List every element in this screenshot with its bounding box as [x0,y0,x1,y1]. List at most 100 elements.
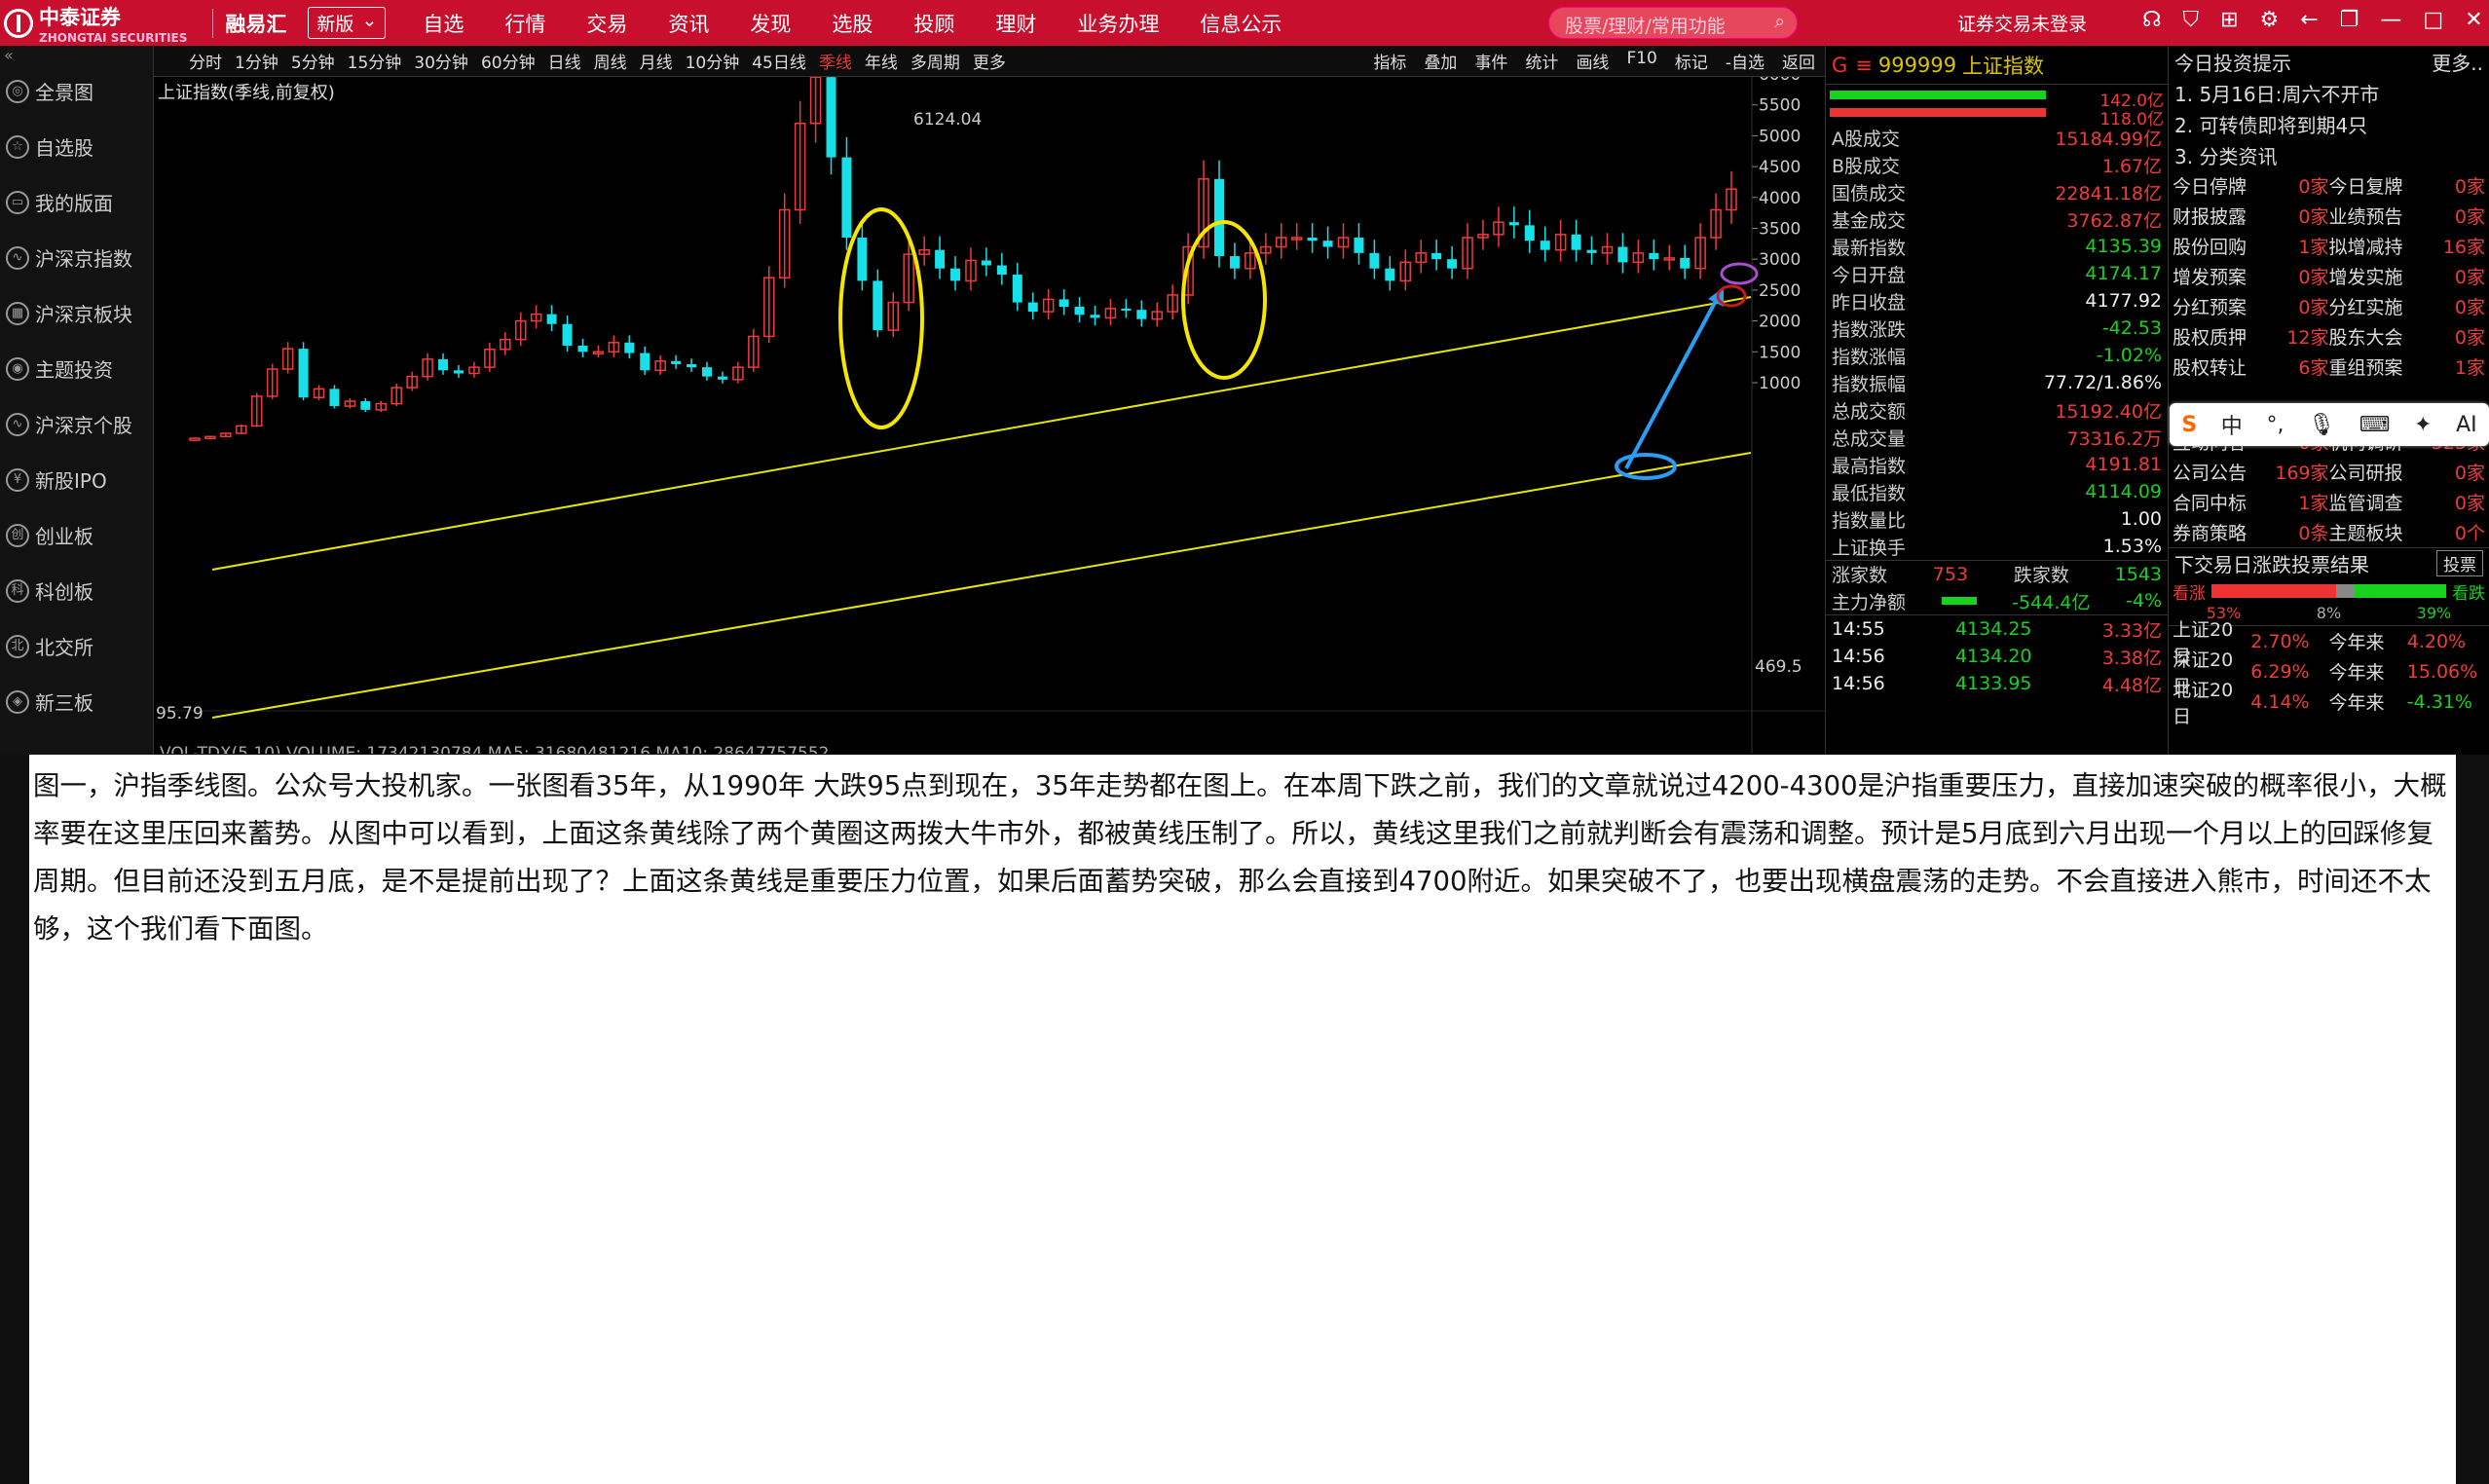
tip-grid-cell[interactable]: 股份回购 [2173,233,2250,259]
menu-item-7[interactable]: 理财 [995,9,1036,38]
tip-item-0[interactable]: 1. 5月16日:周六不开市 [2169,77,2489,108]
grid-icon[interactable]: ⊞ [2220,8,2238,32]
candle-body [1431,252,1442,260]
gear-icon[interactable]: ⚙ [2260,8,2280,32]
sidebar-item-5[interactable]: ◉ 主题投资 [0,341,153,396]
sidebar-item-6[interactable]: ∿ 沪深京个股 [0,396,153,452]
headset-icon[interactable]: ☊ [2142,8,2162,32]
tool-button-4[interactable]: 画线 [1576,49,1609,73]
menu-item-4[interactable]: 发现 [750,9,791,38]
tool-button-2[interactable]: 事件 [1474,49,1507,73]
search-input[interactable]: 股票/理财/常用功能 ⌕ [1548,7,1798,39]
sidebar-item-2[interactable]: ▭ 我的版面 [0,174,153,230]
tips-more-link[interactable]: 更多.. [2432,48,2483,76]
tip-grid-cell[interactable]: 分红预案 [2173,293,2250,319]
tip-grid-cell[interactable]: 拟增减持 [2329,233,2407,259]
menu-item-3[interactable]: 资讯 [668,9,709,38]
menu-item-1[interactable]: 行情 [504,9,545,38]
sidebar-item-11[interactable]: ◈ 新三板 [0,674,153,729]
sidebar-item-7[interactable]: ¥ 新股IPO [0,452,153,507]
tool-button-7[interactable]: -自选 [1726,49,1765,73]
tip-grid-cell[interactable]: 公司研报 [2329,459,2407,485]
tip-grid-cell[interactable]: 重组预案 [2329,353,2407,380]
menu-item-6[interactable]: 投顾 [913,9,954,38]
tip-grid-cell[interactable]: 业绩预告 [2329,203,2407,229]
tool-button-5[interactable]: F10 [1626,49,1656,73]
ai-icon[interactable]: AI [2456,413,2477,437]
version-select[interactable]: 新版 ⌄ [308,7,387,39]
period-tab-1[interactable]: 1分钟 [235,49,279,73]
restore-icon[interactable]: ❐ [2340,8,2359,32]
tip-item-1[interactable]: 2. 可转债即将到期4只 [2169,108,2489,139]
sidebar-item-3[interactable]: ∿ 沪深京指数 [0,230,153,285]
maximize-icon[interactable]: □ [2423,8,2443,32]
tip-grid-cell[interactable]: 监管调查 [2329,489,2407,515]
period-tab-7[interactable]: 周线 [594,49,627,73]
sidebar-item-10[interactable]: 北北交所 [0,618,153,674]
main-flow-row: 主力净额 -544.4亿 -4% [1826,587,2168,614]
tip-grid-cell[interactable]: 分红实施 [2329,293,2407,319]
tip-grid-cell[interactable]: 券商策略 [2173,519,2250,545]
tip-grid-cell[interactable]: 股权质押 [2173,323,2250,350]
tip-grid-cell[interactable]: 增发实施 [2329,263,2407,289]
tool-button-3[interactable]: 统计 [1525,49,1558,73]
back-icon[interactable]: ← [2300,8,2318,32]
close-icon[interactable]: ✕ [2465,8,2482,32]
period-tab-13[interactable]: 多周期 [910,49,960,73]
tip-grid-cell[interactable]: 今日复牌 [2329,172,2407,199]
chinese-mode-icon[interactable]: 中 [2221,409,2243,440]
input-method-toolbar[interactable]: S 中 °, 🎙 ⌨ ✦ AI [2170,403,2489,446]
microphone-icon[interactable]: 🎙 [2308,413,2335,437]
quote-row: 总成交量 73316.2万 [1826,424,2168,451]
period-tab-0[interactable]: 分时 [189,49,222,73]
period-tab-12[interactable]: 年线 [865,49,898,73]
tip-grid-cell[interactable]: 公司公告 [2173,459,2250,485]
shirt-icon[interactable]: ⛉ [2183,8,2200,32]
menu-item-0[interactable]: 自选 [423,9,464,38]
sidebar-item-4[interactable]: ▦ 沪深京板块 [0,285,153,341]
period-tab-14[interactable]: 更多 [973,49,1006,73]
sidebar-item-1[interactable]: ☆ 自选股 [0,119,153,174]
period-tab-6[interactable]: 日线 [548,49,581,73]
tip-grid-cell[interactable]: 主题板块 [2329,519,2407,545]
period-tab-3[interactable]: 15分钟 [348,49,402,73]
vote-down-bar [2355,584,2446,598]
minimize-icon[interactable]: — [2380,8,2401,32]
sidebar-item-8[interactable]: 创创业板 [0,507,153,563]
tip-grid-cell[interactable]: 财报披露 [2173,203,2250,229]
period-tab-5[interactable]: 60分钟 [481,49,536,73]
menu-item-9[interactable]: 信息公示 [1200,9,1282,38]
tip-grid-cell[interactable]: 合同中标 [2173,489,2250,515]
period-tab-11[interactable]: 季线 [819,49,852,73]
tool-button-0[interactable]: 指标 [1373,49,1406,73]
tip-grid-cell[interactable]: 今日停牌 [2173,172,2250,199]
tool-button-1[interactable]: 叠加 [1424,49,1457,73]
period-tab-9[interactable]: 10分钟 [686,49,740,73]
skin-icon[interactable]: ✦ [2414,413,2432,437]
tool-button-8[interactable]: 返回 [1782,49,1815,73]
menu-item-5[interactable]: 选股 [832,9,873,38]
menu-item-2[interactable]: 交易 [586,9,627,38]
chart-canvas[interactable]: 1000 1500 2000 2500 3000 3500 4000 4500 5000 5500… [154,77,1825,754]
tip-item-2[interactable]: 3. 分类资讯 [2169,139,2489,170]
vote-button[interactable]: 投票 [2436,550,2483,576]
kline-chart[interactable]: 上证指数(季线,前复权) 1000 1500 2000 2500 3000 3500 400… [154,77,1825,754]
tip-grid-cell[interactable]: 股权转让 [2173,353,2250,380]
login-status[interactable]: 证券交易未登录 [1957,10,2087,36]
collapse-icon[interactable]: « [0,46,153,64]
tip-grid-cell[interactable]: 增发预案 [2173,263,2250,289]
tip-grid-cell[interactable]: 股东大会 [2329,323,2407,350]
tick-row: 14:56 4134.20 3.38亿 [1826,643,2168,670]
sidebar-item-icon: ∿ [6,245,29,270]
punctuation-icon[interactable]: °, [2266,413,2284,437]
sidebar-item-9[interactable]: 科科创板 [0,563,153,618]
period-tab-10[interactable]: 45日线 [752,49,806,73]
period-tab-8[interactable]: 月线 [640,49,673,73]
menu-item-8[interactable]: 业务办理 [1077,9,1159,38]
period-tab-2[interactable]: 5分钟 [291,49,335,73]
keyboard-icon[interactable]: ⌨ [2359,413,2391,437]
sidebar-item-0[interactable]: ◎ 全景图 [0,63,153,119]
tool-button-6[interactable]: 标记 [1675,49,1708,73]
period-tab-4[interactable]: 30分钟 [414,49,468,73]
sogou-logo-icon[interactable]: S [2181,413,2197,437]
